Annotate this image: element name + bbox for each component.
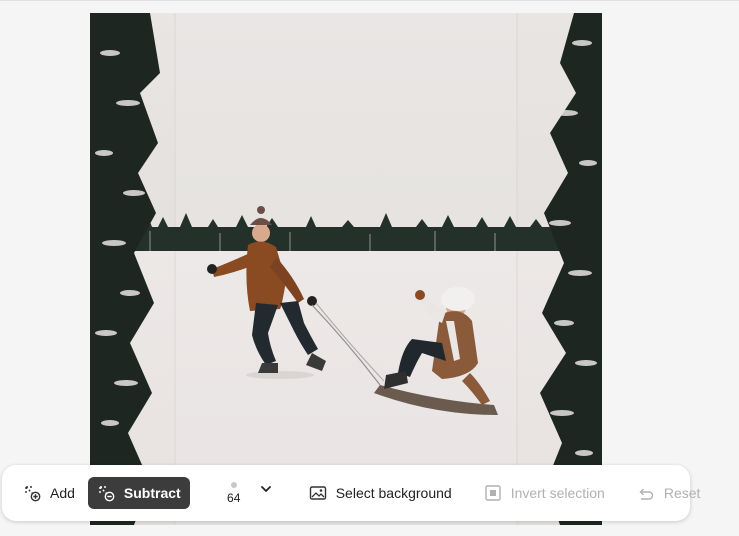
image-icon: [309, 484, 327, 502]
selection-toolbar: Add Subtract 64 Select background Invert…: [2, 465, 700, 521]
chevron-down-icon[interactable]: [258, 481, 274, 497]
brush-plus-icon: [23, 484, 41, 502]
invert-selection-label: Invert selection: [510, 485, 605, 501]
winter-sled-photo: [90, 13, 602, 525]
add-label: Add: [50, 485, 75, 501]
invert-selection-button[interactable]: Invert selection: [475, 477, 614, 509]
undo-icon: [637, 484, 655, 502]
subtract-label: Subtract: [123, 485, 181, 501]
canvas-image[interactable]: [90, 13, 602, 525]
brush-preview-dot: [230, 482, 237, 488]
invert-selection-icon: [484, 484, 502, 502]
select-background-label: Select background: [335, 485, 452, 501]
subtract-button[interactable]: Subtract: [87, 477, 190, 509]
reset-button[interactable]: Reset: [628, 477, 710, 509]
brush-size-value: 64: [227, 491, 241, 505]
brush-size-dropdown[interactable]: 64: [210, 473, 280, 513]
brush-minus-icon: [97, 484, 115, 502]
reset-label: Reset: [663, 485, 701, 501]
canvas-area[interactable]: [0, 1, 739, 536]
add-button[interactable]: Add: [14, 477, 84, 509]
select-background-button[interactable]: Select background: [300, 477, 461, 509]
brush-size-indicator: 64: [222, 482, 246, 504]
